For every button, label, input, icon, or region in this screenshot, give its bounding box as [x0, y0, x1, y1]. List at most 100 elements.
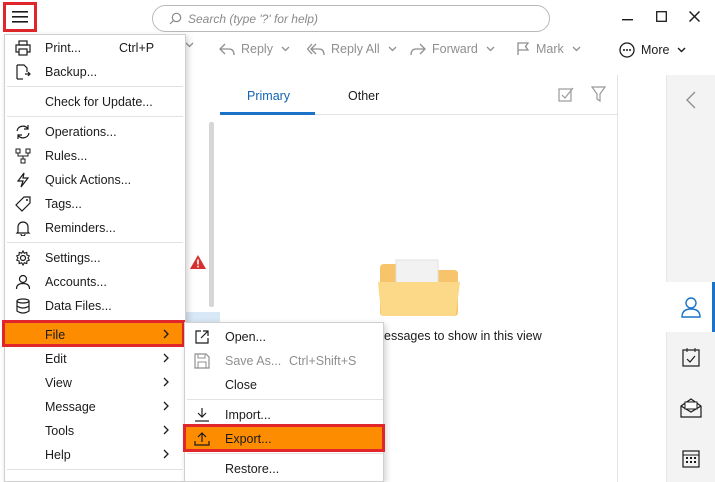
menu-item-view[interactable]: View — [5, 371, 185, 395]
submenu-item-label: Import... — [225, 408, 271, 422]
submenu-item-open[interactable]: Open... — [185, 325, 383, 349]
menu-item-label: View — [45, 376, 72, 390]
menu-item-check-for-update[interactable]: Check for Update... — [5, 90, 185, 114]
collapse-rail-button[interactable] — [666, 75, 715, 125]
reply-label: Reply — [241, 42, 273, 56]
search-icon — [169, 12, 182, 25]
maximize-icon — [655, 10, 667, 22]
submenu-item-shortcut: Ctrl+Shift+S — [289, 354, 357, 368]
tab-primary[interactable]: Primary — [247, 89, 290, 103]
more-label: More — [641, 43, 670, 57]
empty-view-message: essages to show in this view — [384, 329, 542, 343]
floppy-disk-icon — [193, 352, 211, 370]
menu-item-settings[interactable]: Settings... — [5, 246, 185, 270]
menu-item-data-files[interactable]: Data Files... — [5, 294, 185, 318]
menu-item-quick-actions[interactable]: Quick Actions... — [5, 168, 185, 192]
menu-item-tools[interactable]: Tools — [5, 419, 185, 443]
menu-item-print[interactable]: Print... Ctrl+P — [5, 36, 185, 60]
menu-item-label: Data Files... — [45, 299, 112, 313]
close-window-button[interactable] — [684, 6, 704, 26]
toolbar-hidden-chevron[interactable] — [185, 42, 200, 48]
menu-item-shortcut: Ctrl+P — [119, 41, 155, 55]
submenu-item-close[interactable]: Close — [185, 373, 383, 397]
reply-all-icon — [307, 43, 325, 55]
sync-icon — [14, 123, 32, 141]
menu-item-label: Reminders... — [45, 221, 116, 235]
submenu-item-save-as[interactable]: Save As... Ctrl+Shift+S — [185, 349, 383, 373]
menu-item-label: Quick Actions... — [45, 173, 132, 187]
menu-item-backup[interactable]: Backup... — [5, 60, 185, 84]
tab-other[interactable]: Other — [348, 89, 379, 103]
envelope-icon — [679, 398, 702, 418]
person-icon — [680, 297, 701, 318]
maximize-button[interactable] — [651, 6, 671, 26]
submenu-item-label: Save As... — [225, 354, 282, 368]
file-submenu: Open... Save As... Ctrl+Shift+S Close Im… — [184, 322, 384, 482]
inbox-tabs: Primary Other — [220, 75, 617, 115]
rail-calendar-button[interactable] — [666, 433, 715, 482]
search-placeholder: Search (type '?' for help) — [188, 11, 318, 26]
warning-icon — [189, 254, 207, 273]
annotation-frame-file — [2, 320, 185, 347]
chevron-down-icon — [281, 46, 290, 52]
reply-button[interactable]: Reply — [219, 42, 296, 56]
pane-divider[interactable] — [617, 75, 618, 482]
calendar-check-icon — [681, 348, 700, 367]
menu-item-label: Accounts... — [45, 275, 107, 289]
menu-item-help[interactable]: Help — [5, 443, 185, 467]
reply-all-label: Reply All — [331, 42, 380, 56]
filter-icon[interactable] — [590, 86, 607, 105]
forward-label: Forward — [432, 42, 478, 56]
forward-icon — [410, 43, 426, 55]
hamburger-menu-button[interactable] — [3, 2, 37, 32]
menu-item-label: Tools — [45, 424, 75, 438]
menu-item-message[interactable]: Message — [5, 395, 185, 419]
menu-item-label: Print... — [45, 41, 82, 55]
menu-item-label: Operations... — [45, 125, 117, 139]
menu-item-label: Backup... — [45, 65, 98, 79]
chevron-right-icon — [163, 400, 169, 414]
mark-label: Mark — [536, 42, 564, 56]
main-menu: Print... Ctrl+P Backup... Check for Upda… — [4, 34, 186, 482]
menu-item-accounts[interactable]: Accounts... — [5, 270, 185, 294]
active-tab-indicator — [220, 112, 315, 115]
forward-button[interactable]: Forward — [410, 42, 501, 56]
chevron-down-icon — [185, 42, 194, 48]
select-all-icon[interactable] — [558, 86, 574, 105]
menu-separator — [187, 453, 383, 454]
rail-tasks-button[interactable] — [666, 332, 715, 382]
rail-mail-button[interactable] — [666, 383, 715, 433]
import-icon — [193, 406, 211, 424]
message-toolbar: Reply Reply All Forward Mark More — [185, 36, 705, 66]
menu-item-label: Settings... — [45, 251, 101, 265]
submenu-item-label: Open... — [225, 330, 266, 344]
more-icon — [619, 42, 635, 58]
menu-item-operations[interactable]: Operations... — [5, 120, 185, 144]
lightning-icon — [14, 171, 32, 189]
search-box[interactable]: Search (type '?' for help) — [152, 5, 550, 32]
menu-item-rules[interactable]: Rules... — [5, 144, 185, 168]
menu-separator — [7, 242, 183, 243]
close-icon — [688, 10, 700, 22]
menu-item-edit[interactable]: Edit — [5, 347, 185, 371]
menu-item-label: Check for Update... — [45, 95, 153, 109]
reply-all-button[interactable]: Reply All — [307, 42, 403, 56]
backup-icon — [14, 63, 32, 81]
menu-separator — [7, 469, 183, 470]
submenu-item-label: Restore... — [225, 462, 280, 476]
minimize-button[interactable] — [617, 6, 637, 26]
empty-folder-icon — [378, 258, 460, 321]
more-button[interactable]: More — [619, 42, 692, 58]
title-bar: Search (type '?' for help) — [0, 0, 715, 34]
menu-item-reminders[interactable]: Reminders... — [5, 216, 185, 240]
menu-item-tags[interactable]: Tags... — [5, 192, 185, 216]
mark-button[interactable]: Mark — [516, 42, 587, 56]
menu-item-label: Edit — [45, 352, 67, 366]
chevron-down-icon — [572, 46, 581, 52]
submenu-item-restore[interactable]: Restore... — [185, 457, 383, 481]
chevron-right-icon — [163, 448, 169, 462]
rail-contacts-button[interactable] — [666, 282, 715, 332]
tag-icon — [14, 195, 32, 213]
calendar-icon — [681, 450, 700, 468]
message-list-scrollbar[interactable] — [209, 122, 214, 307]
